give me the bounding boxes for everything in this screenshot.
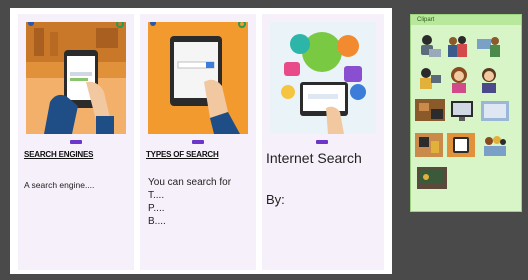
card-body: A search engine....	[24, 180, 95, 190]
card-line: T....	[148, 190, 165, 201]
card-title: TYPES OF SEARCH	[146, 150, 219, 159]
screen-clip-icon[interactable]	[481, 101, 509, 121]
phone-search-illustration-icon	[26, 22, 126, 134]
desk-photo-clip-icon[interactable]	[415, 99, 445, 121]
card-title: Internet Search	[266, 150, 362, 166]
drag-tab[interactable]	[316, 140, 328, 144]
card-types-of-search[interactable]: TYPES OF SEARCH You can search for T....…	[140, 14, 256, 270]
classroom-clip-icon[interactable]	[415, 133, 443, 157]
card-search-engines[interactable]: SEARCH ENGINES A search engine....	[18, 14, 134, 270]
monitor-clip-icon[interactable]	[449, 99, 475, 123]
card-internet-search[interactable]: Internet Search By:	[262, 14, 384, 270]
computer-users-clip-icon[interactable]	[475, 33, 501, 59]
by-label: By:	[266, 192, 285, 207]
tablet-search-illustration-icon	[148, 22, 248, 134]
clipart-header: Clipart	[411, 15, 521, 25]
people-group-clip-icon[interactable]	[445, 33, 471, 59]
card-title: SEARCH ENGINES	[24, 150, 94, 159]
person-laptop-clip-icon[interactable]	[417, 33, 443, 59]
card-line: You can search for	[148, 177, 232, 188]
person-computer-clip-icon[interactable]	[417, 65, 443, 91]
drag-tab[interactable]	[192, 140, 204, 144]
girl-avatar-clip-icon[interactable]	[447, 65, 471, 93]
chalkboard-clip-icon[interactable]	[417, 167, 447, 189]
clipart-panel[interactable]: Clipart	[410, 14, 522, 212]
boy-avatar-clip-icon[interactable]	[477, 65, 501, 93]
cloud-apps-illustration-icon	[270, 22, 376, 134]
card-line: B....	[148, 216, 166, 227]
tablet-clip-icon[interactable]	[447, 133, 475, 157]
board: SEARCH ENGINES A search engine.... TYPES…	[10, 8, 392, 274]
drag-tab[interactable]	[70, 140, 82, 144]
card-body: You can search for T.... P.... B....	[148, 176, 231, 228]
kids-group-clip-icon[interactable]	[481, 133, 509, 157]
card-line: P....	[148, 203, 165, 214]
